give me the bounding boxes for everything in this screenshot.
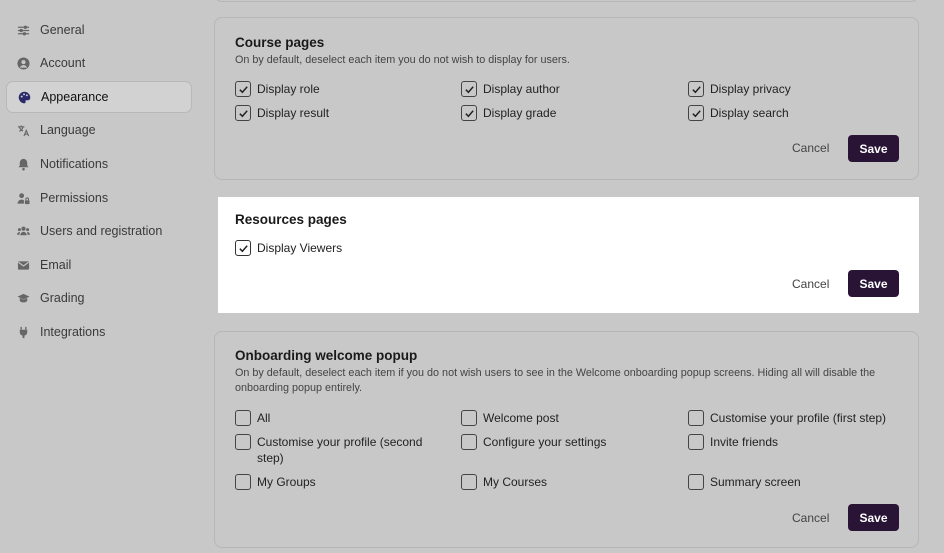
checkbox[interactable] xyxy=(235,240,251,256)
checkbox[interactable] xyxy=(461,410,477,426)
option-welcome-post[interactable]: Welcome post xyxy=(461,410,559,426)
cancel-button[interactable]: Cancel xyxy=(792,511,829,525)
panel-title: Resources pages xyxy=(235,212,347,227)
sidebar-item-label: Language xyxy=(40,123,96,137)
option-my-groups[interactable]: My Groups xyxy=(235,474,316,490)
checkbox[interactable] xyxy=(235,81,251,97)
save-button[interactable]: Save xyxy=(848,504,899,531)
option-my-courses[interactable]: My Courses xyxy=(461,474,547,490)
translate-icon xyxy=(16,123,30,137)
sidebar-item-appearance[interactable]: Appearance xyxy=(6,81,192,113)
sidebar-item-general[interactable]: General xyxy=(6,14,192,46)
option-invite-friends[interactable]: Invite friends xyxy=(688,434,778,450)
sidebar-item-users-registration[interactable]: Users and registration xyxy=(6,215,192,247)
option-display-result[interactable]: Display result xyxy=(235,105,329,121)
previous-panel-edge xyxy=(214,0,919,2)
checkbox[interactable] xyxy=(461,434,477,450)
panel-description: On by default, deselect each item if you… xyxy=(235,367,876,394)
option-display-viewers[interactable]: Display Viewers xyxy=(235,240,342,256)
plug-icon xyxy=(16,325,30,339)
sidebar-item-grading[interactable]: Grading xyxy=(6,282,192,314)
checkbox[interactable] xyxy=(461,474,477,490)
check-icon xyxy=(691,109,701,117)
cancel-button[interactable]: Cancel xyxy=(792,277,829,291)
save-button[interactable]: Save xyxy=(848,135,899,162)
panel-title: Onboarding welcome popup xyxy=(235,348,418,363)
option-all[interactable]: All xyxy=(235,410,270,426)
sidebar-item-notifications[interactable]: Notifications xyxy=(6,148,192,180)
option-summary-screen[interactable]: Summary screen xyxy=(688,474,801,490)
settings-sidebar: General Account Appearance Language Noti… xyxy=(0,0,200,553)
save-button[interactable]: Save xyxy=(848,270,899,297)
sidebar-item-permissions[interactable]: Permissions xyxy=(6,182,192,214)
check-icon xyxy=(464,109,474,117)
course-pages-panel: Course pages On by default, deselect eac… xyxy=(214,17,919,180)
user-lock-icon xyxy=(16,191,30,205)
sidebar-item-account[interactable]: Account xyxy=(6,47,192,79)
panel-description: On by default, deselect each item you do… xyxy=(235,54,570,66)
check-icon xyxy=(238,244,248,252)
option-configure-settings[interactable]: Configure your settings xyxy=(461,434,606,450)
sidebar-item-label: Permissions xyxy=(40,191,109,205)
checkbox[interactable] xyxy=(235,410,251,426)
check-icon xyxy=(464,85,474,93)
graduation-cap-icon xyxy=(16,291,30,305)
sidebar-item-label: Appearance xyxy=(41,90,109,104)
option-display-role[interactable]: Display role xyxy=(235,81,320,97)
bell-icon xyxy=(16,157,30,171)
checkbox[interactable] xyxy=(688,81,704,97)
sidebar-item-integrations[interactable]: Integrations xyxy=(6,316,192,348)
checkbox[interactable] xyxy=(461,105,477,121)
checkbox[interactable] xyxy=(688,474,704,490)
panel-title: Course pages xyxy=(235,35,325,50)
checkbox[interactable] xyxy=(235,474,251,490)
option-customise-profile-second[interactable]: Customise your profile (second step) xyxy=(235,434,435,466)
checkbox[interactable] xyxy=(688,434,704,450)
cancel-button[interactable]: Cancel xyxy=(792,141,829,155)
sidebar-item-label: Integrations xyxy=(40,325,106,339)
sidebar-item-label: Grading xyxy=(40,291,85,305)
envelope-icon xyxy=(16,258,30,272)
check-icon xyxy=(238,85,248,93)
checkbox[interactable] xyxy=(235,434,251,450)
check-icon xyxy=(238,109,248,117)
option-customise-profile-first[interactable]: Customise your profile (first step) xyxy=(688,410,886,426)
sliders-icon xyxy=(16,23,30,37)
onboarding-popup-panel: Onboarding welcome popup On by default, … xyxy=(214,331,919,548)
option-display-author[interactable]: Display author xyxy=(461,81,560,97)
sidebar-item-language[interactable]: Language xyxy=(6,114,192,146)
checkbox[interactable] xyxy=(688,410,704,426)
sidebar-item-label: General xyxy=(40,23,85,37)
option-display-grade[interactable]: Display grade xyxy=(461,105,556,121)
palette-icon xyxy=(17,90,31,104)
checkbox[interactable] xyxy=(461,81,477,97)
option-display-search[interactable]: Display search xyxy=(688,105,789,121)
sidebar-item-label: Notifications xyxy=(40,157,109,171)
checkbox[interactable] xyxy=(688,105,704,121)
option-display-privacy[interactable]: Display privacy xyxy=(688,81,791,97)
checkbox[interactable] xyxy=(235,105,251,121)
check-icon xyxy=(691,85,701,93)
sidebar-item-email[interactable]: Email xyxy=(6,249,192,281)
users-icon xyxy=(16,224,30,238)
sidebar-item-label: Account xyxy=(40,56,86,70)
resources-pages-panel: Resources pages Display Viewers Cancel S… xyxy=(218,197,919,313)
user-icon xyxy=(16,56,30,70)
sidebar-item-label: Users and registration xyxy=(40,224,163,238)
sidebar-item-label: Email xyxy=(40,258,72,272)
